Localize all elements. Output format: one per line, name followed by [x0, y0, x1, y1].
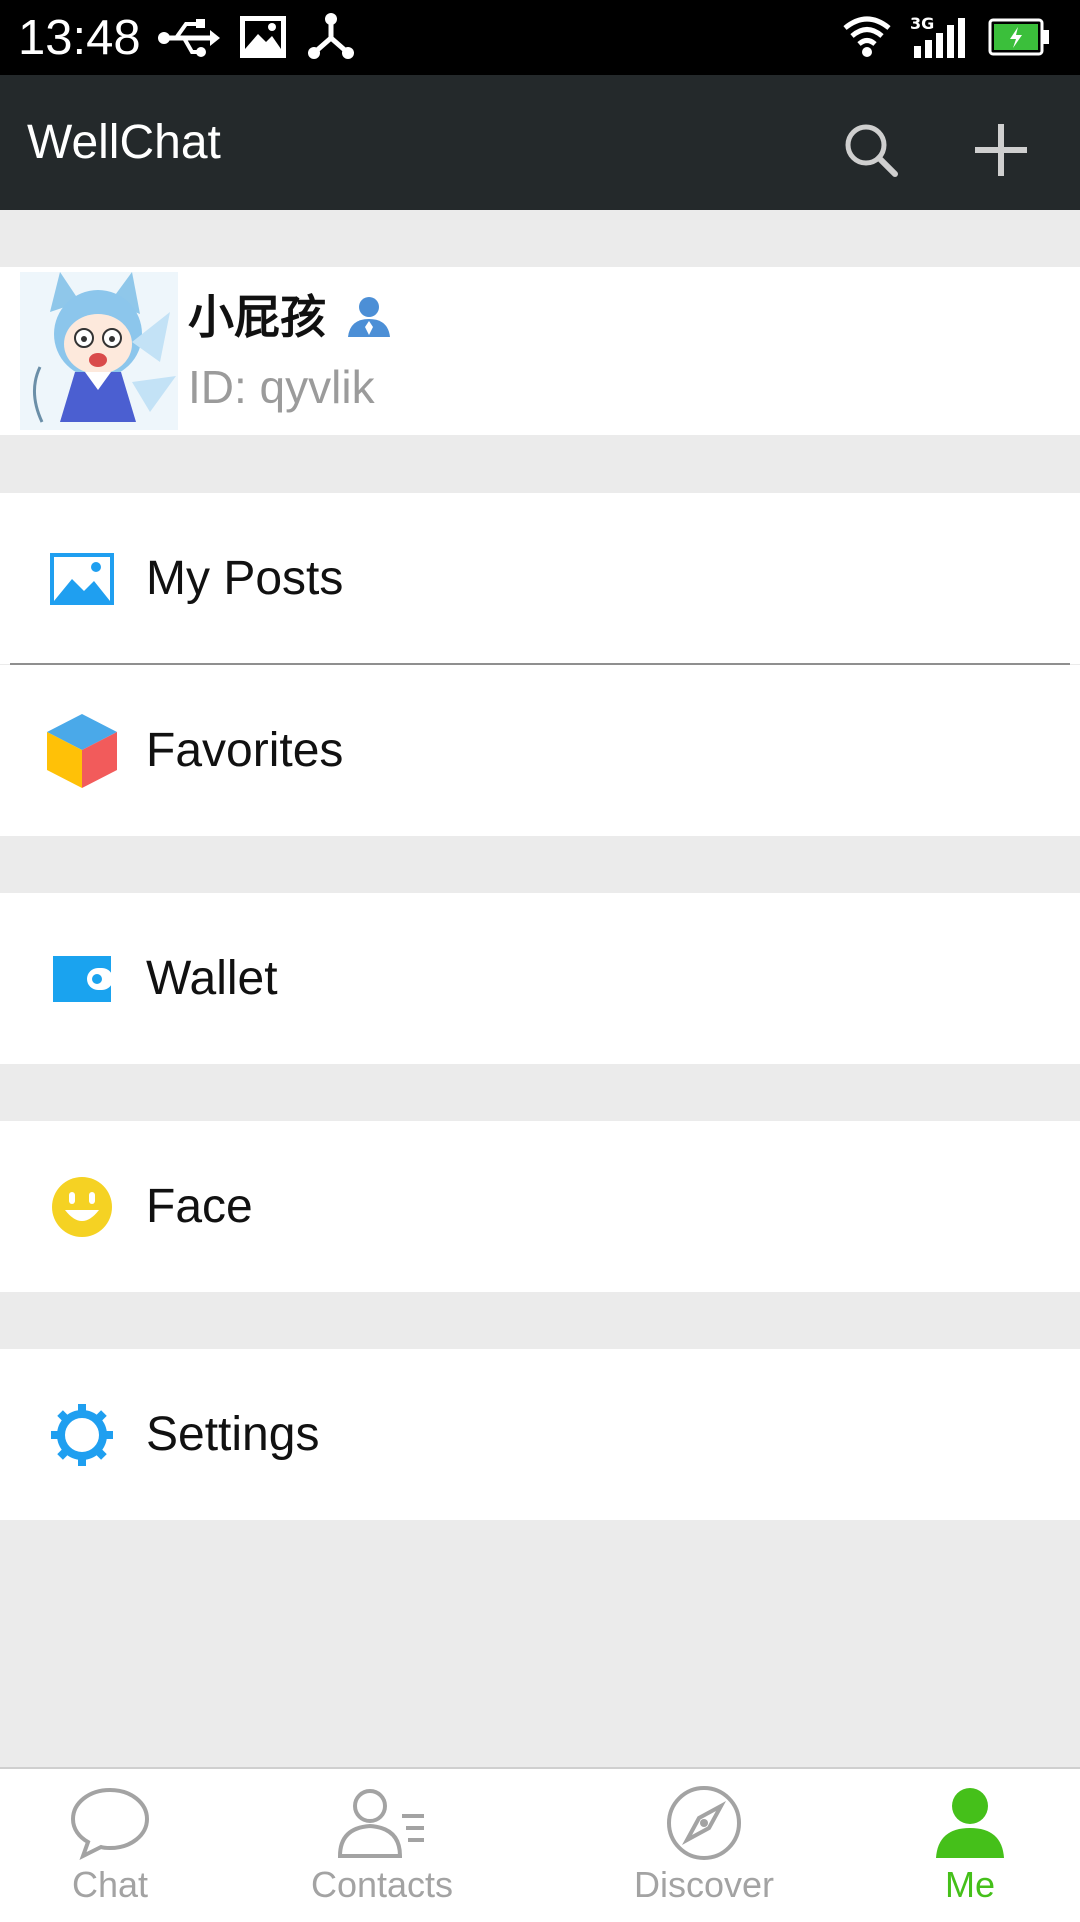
status-time: 13:48	[18, 11, 141, 65]
menu-label: Face	[146, 1179, 253, 1233]
image-icon	[240, 16, 286, 58]
menu-item-my-posts[interactable]: My Posts	[0, 493, 1080, 664]
app-title: WellChat	[27, 116, 221, 169]
contacts-icon	[337, 1789, 424, 1858]
app-header: WellChat	[0, 75, 1080, 210]
profile-id: ID: qyvlik	[188, 361, 375, 413]
tab-chat[interactable]: Chat	[40, 1769, 180, 1922]
menu-label: Wallet	[146, 951, 278, 1005]
smiley-icon	[52, 1176, 112, 1237]
search-button[interactable]	[826, 105, 916, 195]
tab-contacts[interactable]: Contacts	[302, 1769, 462, 1922]
tab-label: Me	[944, 1864, 995, 1905]
bottom-nav: Chat Contacts Discover Me	[0, 1767, 1080, 1922]
profile-card[interactable]: 小屁孩 ID: qyvlik	[0, 267, 1080, 435]
signal-icon	[914, 18, 965, 58]
menu-label: Favorites	[146, 723, 344, 777]
photo-icon	[50, 552, 114, 605]
cube-icon	[47, 713, 117, 788]
tab-label: Chat	[71, 1864, 149, 1905]
tab-discover[interactable]: Discover	[624, 1769, 784, 1922]
gear-icon	[51, 1403, 113, 1466]
status-bar: 13:48 3G	[0, 0, 1080, 75]
user-badge-icon	[348, 297, 390, 337]
menu-item-favorites[interactable]: Favorites	[0, 665, 1080, 836]
tab-label: Discover	[633, 1864, 775, 1905]
menu-label: Settings	[146, 1407, 320, 1461]
wallet-icon	[53, 955, 113, 1002]
profile-nickname: 小屁孩	[188, 290, 326, 344]
menu-item-face[interactable]: Face	[0, 1121, 1080, 1292]
share-icon	[308, 13, 354, 59]
avatar-image	[20, 272, 178, 430]
add-button[interactable]	[956, 105, 1046, 195]
search-icon	[845, 124, 898, 177]
tab-label: Contacts	[310, 1864, 454, 1905]
compass-icon	[667, 1786, 741, 1860]
usb-icon	[158, 19, 220, 57]
person-icon	[936, 1788, 1004, 1858]
menu-item-settings[interactable]: Settings	[0, 1349, 1080, 1520]
tab-me[interactable]: Me	[900, 1769, 1040, 1922]
plus-icon	[975, 124, 1027, 176]
chat-bubble-icon	[70, 1787, 150, 1860]
wifi-icon	[843, 16, 891, 57]
battery-icon	[988, 18, 1049, 56]
menu-item-wallet[interactable]: Wallet	[0, 893, 1080, 1064]
menu-label: My Posts	[146, 551, 344, 605]
avatar[interactable]	[20, 272, 178, 430]
